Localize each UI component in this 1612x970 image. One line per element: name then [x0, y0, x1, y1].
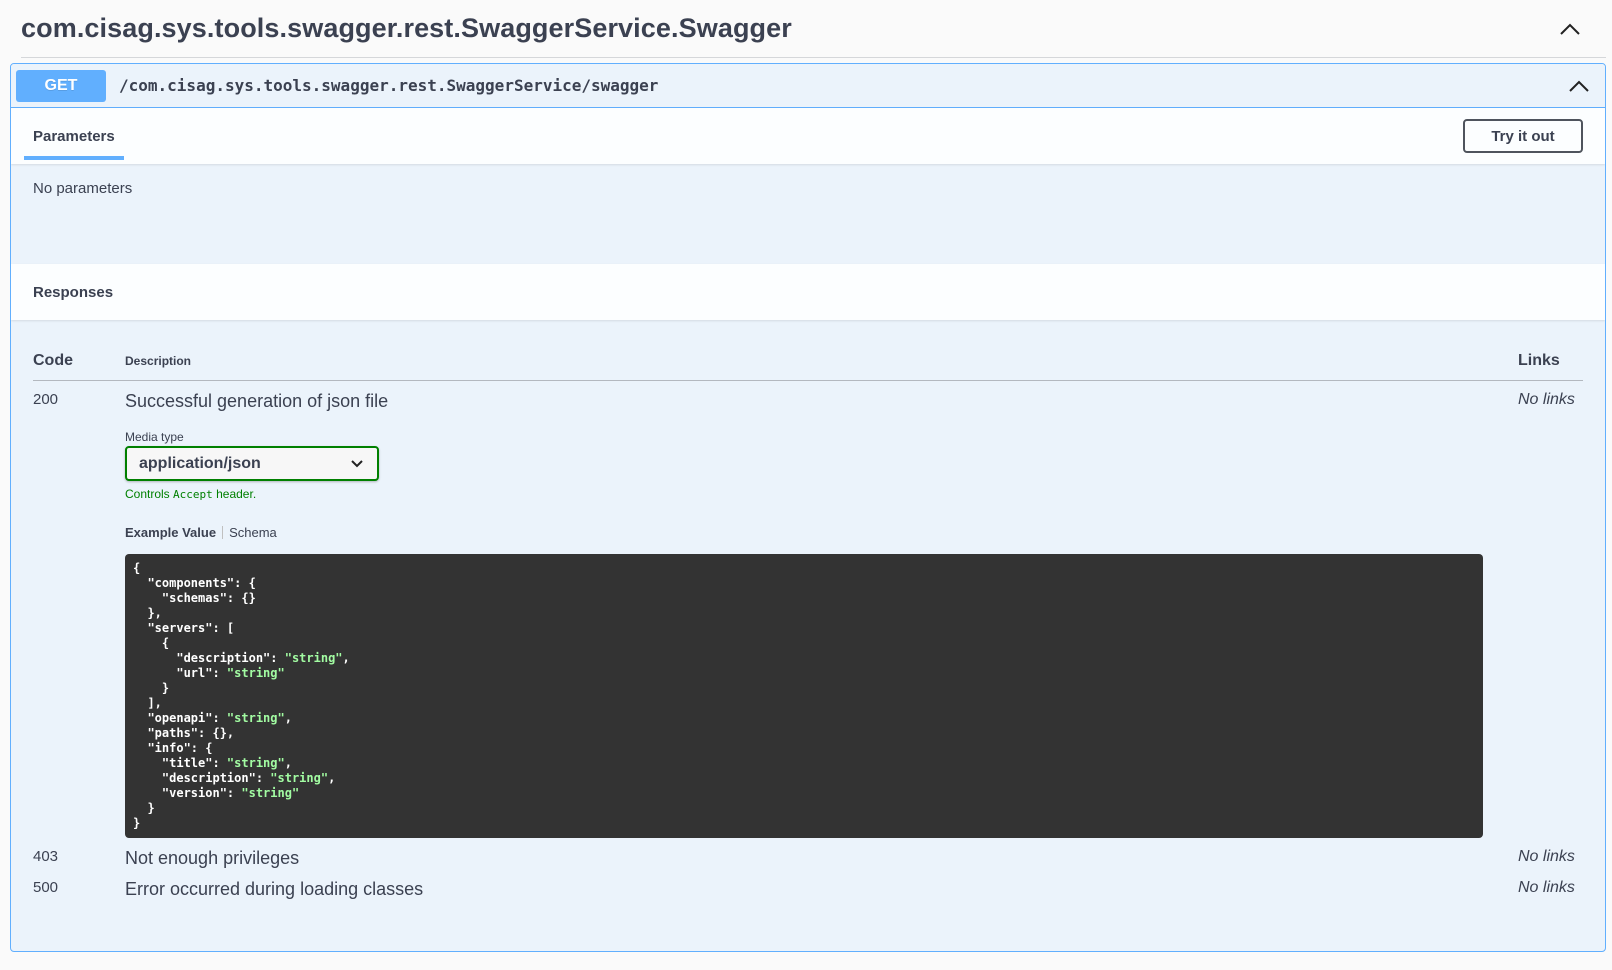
controls-note-code: Accept	[173, 488, 213, 501]
tab-parameters[interactable]: Parameters	[24, 108, 124, 164]
response-code: 403	[33, 848, 59, 865]
code-token: ,	[342, 651, 350, 665]
response-links: No links	[1518, 848, 1575, 865]
response-links: No links	[1518, 391, 1575, 408]
controls-accept-note: Controls Accept header.	[125, 487, 1518, 501]
operation-summary[interactable]: GET /com.cisag.sys.tools.swagger.rest.Sw…	[11, 64, 1605, 108]
code-line: "components": {	[133, 576, 256, 590]
response-links: No links	[1518, 879, 1575, 896]
code-string-token: "string"	[226, 756, 285, 770]
code-token: ,	[284, 756, 292, 770]
tag-title: com.cisag.sys.tools.swagger.rest.Swagger…	[21, 13, 792, 43]
operation-path: /com.cisag.sys.tools.swagger.rest.Swagge…	[119, 76, 659, 95]
code-line: "version": "string"	[133, 786, 299, 800]
code-line: "description": "string",	[133, 651, 350, 665]
code-token: "url":	[133, 666, 227, 680]
code-line: "title": "string",	[133, 756, 292, 770]
controls-note-prefix: Controls	[125, 487, 174, 501]
code-line: },	[133, 606, 162, 620]
code-token: "components": {	[133, 576, 256, 590]
code-token: {	[133, 636, 170, 650]
code-line: "url": "string"	[133, 666, 285, 680]
code-string-token: "string"	[241, 786, 300, 800]
response-description-cell: Error occurred during loading classes	[125, 869, 1518, 900]
no-parameters-text: No parameters	[33, 180, 133, 197]
code-line: "openapi": "string",	[133, 711, 292, 725]
chevron-up-icon[interactable]	[1550, 9, 1590, 49]
code-token: "title":	[133, 756, 227, 770]
code-line: ],	[133, 696, 162, 710]
code-line: "schemas": {}	[133, 591, 256, 605]
code-token: ,	[328, 771, 336, 785]
response-description-cell: Successful generation of json file Media…	[125, 381, 1518, 838]
code-token: "description":	[133, 651, 285, 665]
code-token: "paths": {},	[133, 726, 235, 740]
try-it-out-button[interactable]: Try it out	[1463, 119, 1583, 153]
responses-table: Code Description Links 200 Successful ge…	[33, 342, 1583, 900]
responses-header: Responses	[11, 264, 1605, 320]
code-string-token: "string"	[284, 651, 343, 665]
media-type-value: application/json	[139, 454, 261, 472]
response-links-cell: No links	[1518, 381, 1583, 839]
tag-section-header[interactable]: com.cisag.sys.tools.swagger.rest.Swagger…	[21, 0, 1606, 58]
code-line: "paths": {},	[133, 726, 234, 740]
code-line: "description": "string",	[133, 771, 335, 785]
code-line: }	[133, 801, 155, 815]
response-description: Successful generation of json file	[125, 391, 389, 411]
example-value-code: { "components": { "schemas": {} }, "serv…	[125, 554, 1483, 838]
chevron-up-icon[interactable]	[1559, 66, 1599, 106]
code-line: "servers": [	[133, 621, 234, 635]
code-token: }	[133, 816, 141, 830]
code-token: }	[133, 681, 170, 695]
media-type-select[interactable]: application/json	[125, 446, 379, 481]
response-description: Error occurred during loading classes	[125, 879, 424, 899]
code-token: {	[133, 561, 141, 575]
code-line: }	[133, 816, 140, 830]
chevron-down-icon	[351, 455, 363, 473]
operation-block: GET /com.cisag.sys.tools.swagger.rest.Sw…	[10, 63, 1606, 952]
code-line: "info": {	[133, 741, 212, 755]
response-row-403: 403 Not enough privileges No links	[33, 838, 1583, 869]
tab-schema[interactable]: Schema	[229, 525, 277, 540]
code-token: "version":	[133, 786, 242, 800]
response-description: Not enough privileges	[125, 848, 300, 868]
media-type-label: Media type	[125, 430, 184, 444]
parameters-header: Parameters Try it out	[11, 108, 1605, 164]
code-token: },	[133, 606, 162, 620]
tab-divider	[222, 526, 224, 539]
tab-example-value[interactable]: Example Value	[125, 525, 216, 540]
example-schema-tabs: Example Value Schema	[125, 525, 1518, 540]
column-header-description: Description	[125, 342, 1518, 381]
responses-body: Code Description Links 200 Successful ge…	[11, 342, 1605, 900]
http-method-badge: GET	[16, 69, 106, 102]
code-token: }	[133, 801, 155, 815]
controls-note-suffix: header.	[212, 487, 257, 501]
response-links-cell: No links	[1518, 838, 1583, 869]
code-string-token: "string"	[270, 771, 329, 785]
column-header-links: Links	[1518, 342, 1583, 381]
responses-title: Responses	[33, 283, 114, 301]
code-token: "servers": [	[133, 621, 235, 635]
code-token: "openapi":	[133, 711, 227, 725]
code-line: {	[133, 636, 169, 650]
responses-table-header: Code Description Links	[33, 342, 1583, 381]
column-header-code: Code	[33, 342, 125, 381]
response-description-cell: Not enough privileges	[125, 838, 1518, 869]
code-token: "info": {	[133, 741, 213, 755]
response-code: 200	[33, 391, 59, 408]
code-token: "schemas": {}	[133, 591, 256, 605]
code-string-token: "string"	[226, 711, 285, 725]
response-row-200: 200 Successful generation of json file M…	[33, 381, 1583, 839]
response-row-500: 500 Error occurred during loading classe…	[33, 869, 1583, 900]
response-code: 500	[33, 879, 59, 896]
response-links-cell: No links	[1518, 869, 1583, 900]
code-token: ],	[133, 696, 162, 710]
code-token: ,	[284, 711, 292, 725]
code-line: }	[133, 681, 169, 695]
code-string-token: "string"	[226, 666, 285, 680]
code-token: "description":	[133, 771, 271, 785]
code-line: {	[133, 561, 140, 575]
